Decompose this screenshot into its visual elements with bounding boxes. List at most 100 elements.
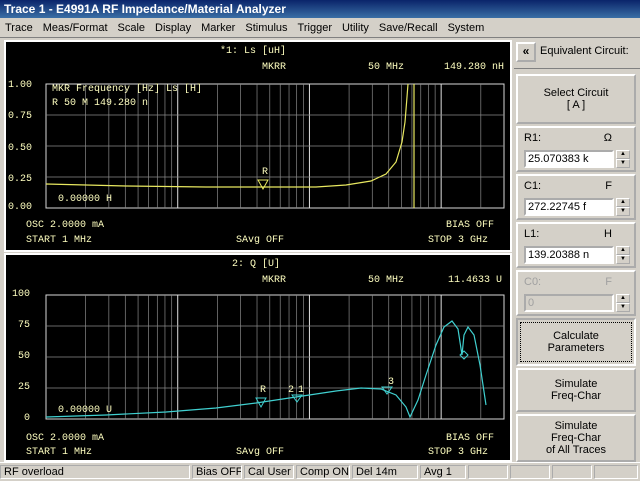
spin-up-icon[interactable]: ▲ xyxy=(616,246,630,255)
trace-1-mkr-value: 149.280 nH xyxy=(444,62,505,73)
trace-2-stop: STOP 3 GHz xyxy=(428,447,489,458)
l1-unit: H xyxy=(604,228,612,240)
status-cal: Cal User xyxy=(244,465,294,479)
l1-field: L1: H 139.20388 n ▲ ▼ xyxy=(516,222,636,268)
trace-2-mkr-freq: 50 MHz xyxy=(368,275,405,286)
r1-spinner: ▲ ▼ xyxy=(616,150,630,168)
equivalent-circuit-panel: « Equivalent Circuit: Select Circuit [ A… xyxy=(514,38,640,462)
spin-down-icon[interactable]: ▼ xyxy=(616,255,630,264)
marker-table-row: R 50 M 149.280 n xyxy=(52,98,149,109)
trace-2-title: 2: Q [U] xyxy=(232,259,281,270)
l1-spinner: ▲ ▼ xyxy=(616,246,630,264)
trace-1-osc: OSC 2.0000 mA xyxy=(26,220,105,231)
spin-up-icon[interactable]: ▲ xyxy=(616,198,630,207)
trace-2-marker-3-label: 3 xyxy=(388,377,395,388)
c0-field: C0: F 0 ▲ ▼ xyxy=(516,270,636,316)
spin-down-icon[interactable]: ▼ xyxy=(616,159,630,168)
menu-trace[interactable]: Trace xyxy=(0,18,38,38)
status-empty-4 xyxy=(594,465,638,479)
r1-label: R1: xyxy=(524,132,542,144)
menu-scale[interactable]: Scale xyxy=(113,18,151,38)
marker-table-header: MKR Frequency [Hz] Ls [H] xyxy=(52,84,203,95)
status-message: RF overload xyxy=(0,465,190,479)
status-empty-3 xyxy=(552,465,592,479)
c0-label: C0: xyxy=(524,276,542,288)
calculate-parameters-button[interactable]: Calculate Parameters xyxy=(516,318,636,366)
select-circuit-button[interactable]: Select Circuit [ A ] xyxy=(516,74,636,124)
simulate-all-traces-button[interactable]: Simulate Freq-Char of All Traces xyxy=(516,414,636,462)
status-bar: RF overload Bias OFF Cal User Comp ON De… xyxy=(0,462,640,481)
simulate-freq-char-button[interactable]: Simulate Freq-Char xyxy=(516,368,636,412)
trace-1-ytick-4: 0.00 xyxy=(8,202,33,213)
menu-save-recall[interactable]: Save/Recall xyxy=(374,18,443,38)
menu-stimulus[interactable]: Stimulus xyxy=(240,18,292,38)
status-empty-1 xyxy=(468,465,508,479)
menu-system[interactable]: System xyxy=(443,18,490,38)
trace-2-start: START 1 MHz xyxy=(26,447,93,458)
trace-2-plot xyxy=(45,294,505,420)
menu-meas-format[interactable]: Meas/Format xyxy=(38,18,113,38)
trace-2-ytick-1: 75 xyxy=(18,320,31,331)
r1-unit: Ω xyxy=(603,132,612,144)
l1-input[interactable]: 139.20388 n xyxy=(524,246,614,264)
c1-label: C1: xyxy=(524,180,542,192)
simulate-line-1: Simulate xyxy=(554,378,598,390)
trace-1-stop: STOP 3 GHz xyxy=(428,235,489,246)
c1-field: C1: F 272.22745 f ▲ ▼ xyxy=(516,174,636,220)
trace-1-marker-r-label: R xyxy=(262,167,269,178)
trace-2-ytick-0: 100 xyxy=(12,289,31,300)
c0-input: 0 xyxy=(524,294,614,312)
trace-2-ytick-4: 0 xyxy=(24,413,31,424)
c1-input[interactable]: 272.22745 f xyxy=(524,198,614,216)
trace-2-marker-2-label: 2 xyxy=(288,385,295,396)
l1-label: L1: xyxy=(524,228,540,240)
calculate-line-1: Calculate xyxy=(553,330,599,342)
side-panel-title: Equivalent Circuit: xyxy=(540,45,629,57)
trace-2-bias: BIAS OFF xyxy=(446,433,495,444)
simulate-all-line-2: Freq-Char xyxy=(550,432,602,444)
trace-1-panel[interactable]: *1: Ls [uH] MKRR 50 MHz 149.280 nH 1.00 … xyxy=(4,40,512,252)
status-comp: Comp ON xyxy=(296,465,350,479)
status-delay: Del 14m xyxy=(352,465,418,479)
trace-1-savg: SAvg OFF xyxy=(236,235,285,246)
c0-unit: F xyxy=(605,276,612,288)
marker-r-triangle xyxy=(257,179,269,191)
simulate-line-2: Freq-Char xyxy=(550,390,602,402)
side-panel-header: « Equivalent Circuit: xyxy=(514,38,640,69)
trace-2-marker-1-label: 1 xyxy=(298,385,305,396)
trace-2-mkr-value: 11.4633 U xyxy=(448,275,503,286)
c0-spinner: ▲ ▼ xyxy=(616,294,630,312)
menu-marker[interactable]: Marker xyxy=(196,18,240,38)
trace-1-ytick-0: 1.00 xyxy=(8,80,33,91)
c1-spinner: ▲ ▼ xyxy=(616,198,630,216)
menu-utility[interactable]: Utility xyxy=(337,18,374,38)
trace-1-bias: BIAS OFF xyxy=(446,220,495,231)
calculate-line-2: Parameters xyxy=(547,342,605,354)
trace-2-q-line xyxy=(45,320,487,419)
trace-1-mkr-mode: MKRR xyxy=(262,62,287,73)
r1-input[interactable]: 25.070383 k xyxy=(524,150,614,168)
spin-down-icon[interactable]: ▼ xyxy=(616,207,630,216)
status-empty-2 xyxy=(510,465,550,479)
spin-up-icon: ▲ xyxy=(616,294,630,303)
menu-display[interactable]: Display xyxy=(150,18,196,38)
select-circuit-value: [ A ] xyxy=(566,99,586,111)
trace-1-ytick-1: 0.75 xyxy=(8,111,33,122)
menu-bar: Trace Meas/Format Scale Display Marker Stimul… xyxy=(0,18,640,38)
trace-2-savg: SAvg OFF xyxy=(236,447,285,458)
trace-1-title: *1: Ls [uH] xyxy=(220,46,287,57)
spin-up-icon[interactable]: ▲ xyxy=(616,150,630,159)
trace-1-plot xyxy=(45,83,505,209)
trace-1-mkr-freq: 50 MHz xyxy=(368,62,405,73)
status-bias: Bias OFF xyxy=(192,465,242,479)
trace-2-mkr-mode: MKRR xyxy=(262,275,287,286)
trace-2-osc: OSC 2.0000 mA xyxy=(26,433,105,444)
menu-trigger[interactable]: Trigger xyxy=(293,18,337,38)
trace-2-panel[interactable]: 2: Q [U] MKRR 50 MHz 11.4633 U 100 75 50… xyxy=(4,253,512,462)
select-circuit-label: Select Circuit xyxy=(543,87,609,99)
window-title: Trace 1 - E4991A RF Impedance/Material A… xyxy=(0,0,640,18)
simulate-all-line-1: Simulate xyxy=(554,420,598,432)
trace-1-ytick-3: 0.25 xyxy=(8,174,33,185)
back-button[interactable]: « xyxy=(516,42,536,62)
trace-1-ref-value: 0.00000 H xyxy=(58,194,113,205)
